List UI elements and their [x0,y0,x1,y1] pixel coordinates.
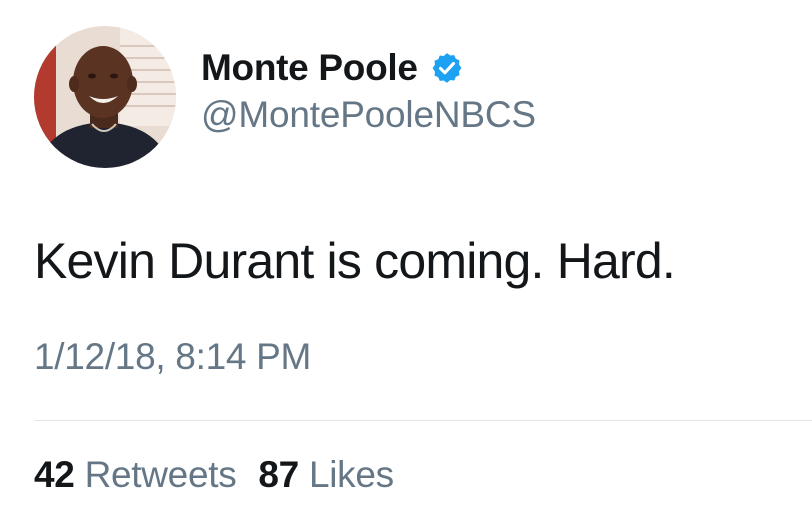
author-name-row: Monte Poole [201,44,464,92]
retweets-count: 42 [34,454,75,495]
retweets-stat[interactable]: 42 Retweets [34,454,237,496]
tweet-text: Kevin Durant is coming. Hard. [34,233,676,289]
divider [34,420,812,421]
likes-label: Likes [308,454,394,495]
likes-stat[interactable]: 87 Likes [258,454,394,496]
author-display-name[interactable]: Monte Poole [201,47,418,89]
verified-badge-icon [430,51,464,85]
tweet-stats: 42 Retweets 87 Likes [34,454,394,496]
author-handle[interactable]: @MontePooleNBCS [201,94,536,136]
avatar[interactable] [34,26,176,168]
tweet-timestamp[interactable]: 1/12/18, 8:14 PM [34,336,311,378]
avatar-image [34,26,176,168]
likes-count: 87 [258,454,299,495]
retweets-label: Retweets [84,454,237,495]
